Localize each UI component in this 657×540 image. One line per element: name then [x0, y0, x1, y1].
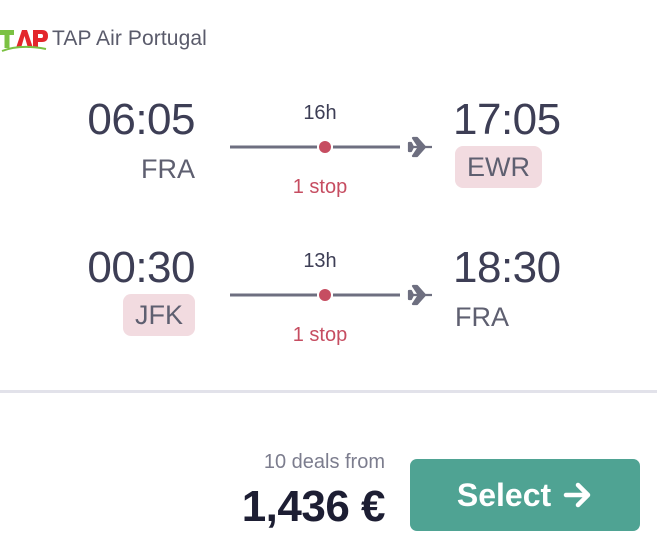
departure-time: 00:30 [87, 243, 195, 292]
stop-dot-icon [319, 141, 331, 153]
route-line [230, 136, 435, 160]
airline-name: TAP Air Portugal [52, 27, 207, 50]
arrival-time: 18:30 [453, 243, 561, 292]
stops-count: 1 stop [292, 324, 348, 346]
departure-airport: FRA [141, 154, 195, 184]
flight-duration: 16h [230, 102, 420, 125]
arrival-airport: EWR [455, 146, 542, 188]
flight-duration-label: 16h [303, 102, 337, 124]
arrow-right-icon [563, 482, 591, 508]
flight-duration: 13h [230, 250, 420, 273]
stops-count: 1 stop [292, 176, 348, 198]
airline-header: TAP Air Portugal [0, 22, 207, 56]
airplane-icon [407, 284, 432, 306]
stop-dot-icon [319, 289, 331, 301]
return-leg: 00:30 JFK 13h 1 stop 18:30 FRA [0, 244, 657, 364]
flight-duration-label: 13h [303, 250, 337, 272]
divider [0, 390, 657, 393]
airplane-icon [407, 136, 432, 158]
departure-airport: JFK [122, 294, 195, 336]
route-line [230, 284, 435, 308]
select-button[interactable]: Select [410, 459, 640, 531]
price: 1,436 € [241, 482, 386, 531]
arrival-time: 17:05 [453, 95, 561, 144]
tap-logo-icon [0, 30, 48, 52]
departure-time: 06:05 [87, 95, 195, 144]
arrival-airport: FRA [455, 302, 509, 332]
deals-count: 10 deals from [263, 451, 385, 473]
outbound-leg: 06:05 FRA 16h 1 stop 17:05 EWR [0, 96, 657, 216]
select-button-label: Select [456, 476, 552, 513]
